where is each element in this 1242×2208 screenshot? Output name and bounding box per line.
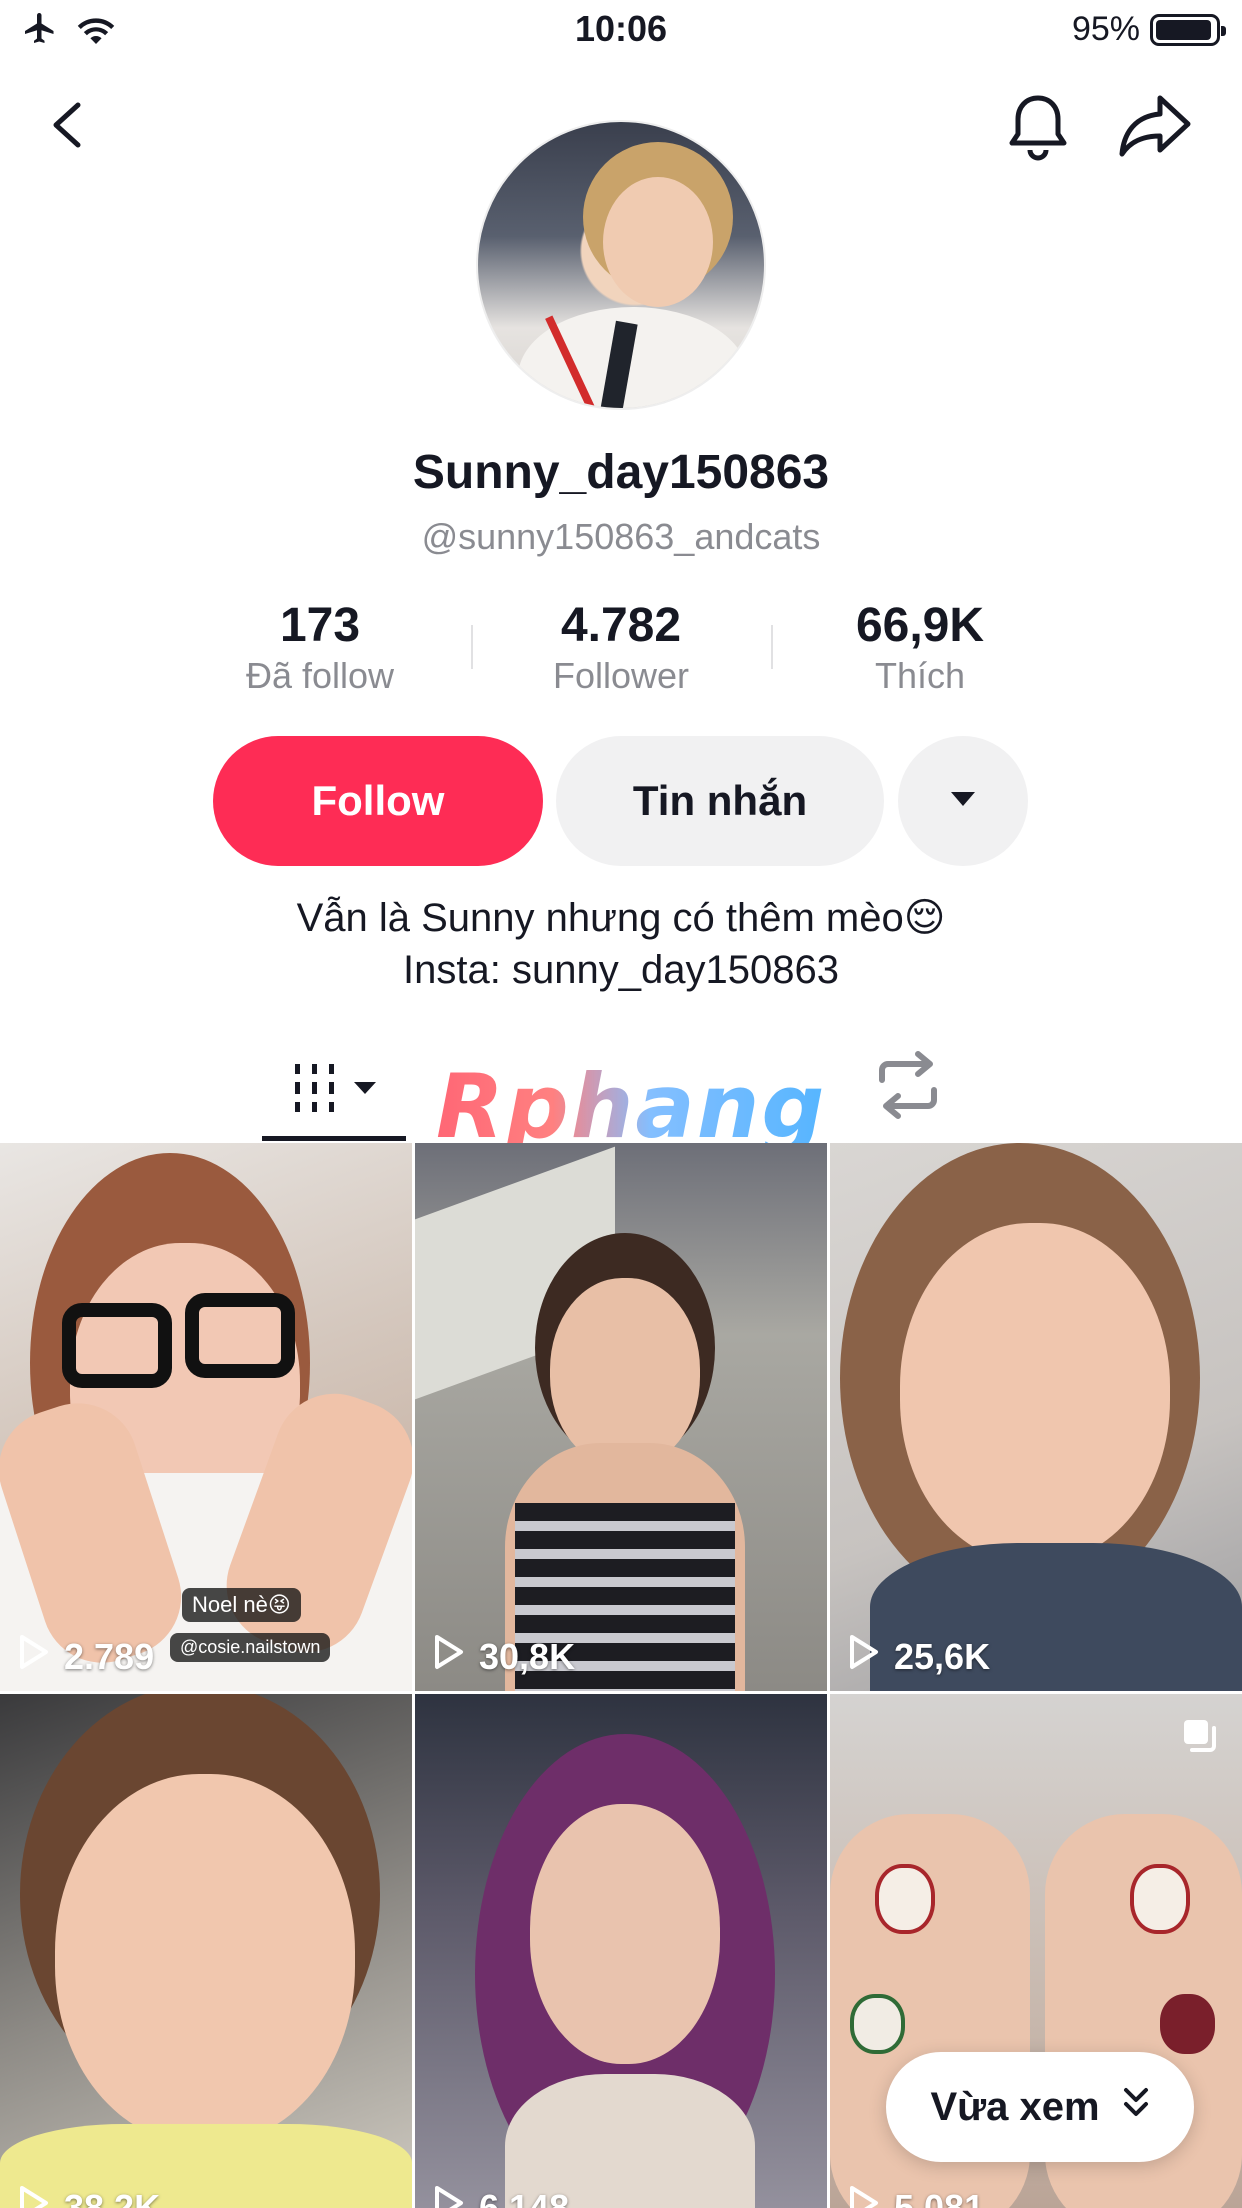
stat-divider xyxy=(471,625,473,669)
status-time: 10:06 xyxy=(574,8,668,49)
play-icon xyxy=(18,2185,50,2208)
view-count-value: 2.789 xyxy=(64,1635,155,1677)
view-count-value: 30,8K xyxy=(479,1635,576,1677)
stat-followers[interactable]: 4.782 Follower xyxy=(491,598,751,697)
video-sticker: @cosie.nailstown xyxy=(170,1633,331,1662)
stat-followers-value: 4.782 xyxy=(560,599,682,652)
status-bar: 10:06 95% xyxy=(0,0,1242,62)
bio-link[interactable]: Insta: sunny_day150863 xyxy=(0,944,1242,996)
view-count-value: 5.081 xyxy=(894,2186,985,2208)
view-count: 5.081 xyxy=(848,2185,984,2208)
view-count: 30,8K xyxy=(433,1634,575,1679)
back-arrow-icon[interactable] xyxy=(40,95,100,155)
stat-likes-label: Thích xyxy=(874,655,966,696)
play-icon xyxy=(848,1634,880,1679)
video-tile[interactable]: 25,6K xyxy=(830,1143,1242,1691)
double-chevron-down-icon xyxy=(1122,2085,1150,2130)
video-tile[interactable]: Noel nè😝 @cosie.nailstown 2.789 xyxy=(0,1143,412,1691)
recently-viewed-button[interactable]: Vừa xem xyxy=(886,2052,1194,2162)
stat-following-label: Đã follow xyxy=(245,655,395,696)
recently-viewed-label: Vừa xem xyxy=(930,2084,1100,2129)
caret-down-icon xyxy=(353,1081,377,1100)
tab-videos[interactable] xyxy=(262,1040,406,1140)
video-tile[interactable]: 30,8K xyxy=(415,1143,827,1691)
bio-line: Vẫn là Sunny nhưng có thêm mèo😌 xyxy=(296,896,946,940)
bio: Vẫn là Sunny nhưng có thêm mèo😌 Insta: s… xyxy=(0,892,1242,996)
view-count-value: 6.148 xyxy=(479,2186,570,2208)
more-options-button[interactable] xyxy=(898,736,1028,866)
stat-following[interactable]: 173 Đã follow xyxy=(190,598,450,697)
view-count-value: 38,2K xyxy=(64,2186,161,2208)
view-count: 2.789 xyxy=(18,1634,154,1679)
follow-button[interactable]: Follow xyxy=(213,736,543,866)
battery-percent: 95% xyxy=(1071,10,1140,48)
view-count-value: 25,6K xyxy=(894,1635,991,1677)
display-name: Sunny_day150863 xyxy=(412,446,830,499)
bell-icon[interactable] xyxy=(1004,90,1072,162)
video-sticker: Noel nè😝 xyxy=(182,1588,301,1622)
play-icon xyxy=(848,2185,880,2208)
stat-divider xyxy=(771,625,773,669)
play-icon xyxy=(18,1634,50,1679)
grid-icon xyxy=(291,1062,339,1119)
play-icon xyxy=(433,1634,465,1679)
battery-icon xyxy=(1150,13,1226,46)
video-tile[interactable]: 38,2K xyxy=(0,1694,412,2208)
username: @sunny150863_andcats xyxy=(421,516,821,557)
share-icon[interactable] xyxy=(1118,92,1192,158)
video-tile[interactable]: 6.148 xyxy=(415,1694,827,2208)
stat-followers-label: Follower xyxy=(552,655,690,696)
stat-following-value: 173 xyxy=(279,599,361,652)
multi-image-icon xyxy=(1180,1716,1220,1756)
play-icon xyxy=(433,2185,465,2208)
stat-likes[interactable]: 66,9K Thích xyxy=(790,598,1050,697)
repost-icon[interactable] xyxy=(868,1050,948,1120)
message-button[interactable]: Tin nhắn xyxy=(556,736,884,866)
avatar[interactable] xyxy=(476,120,766,410)
stat-likes-value: 66,9K xyxy=(855,599,985,652)
active-tab-indicator xyxy=(262,1136,406,1141)
caret-down-icon xyxy=(949,789,977,814)
view-count: 6.148 xyxy=(433,2185,569,2208)
view-count: 38,2K xyxy=(18,2185,160,2208)
view-count: 25,6K xyxy=(848,1634,990,1679)
